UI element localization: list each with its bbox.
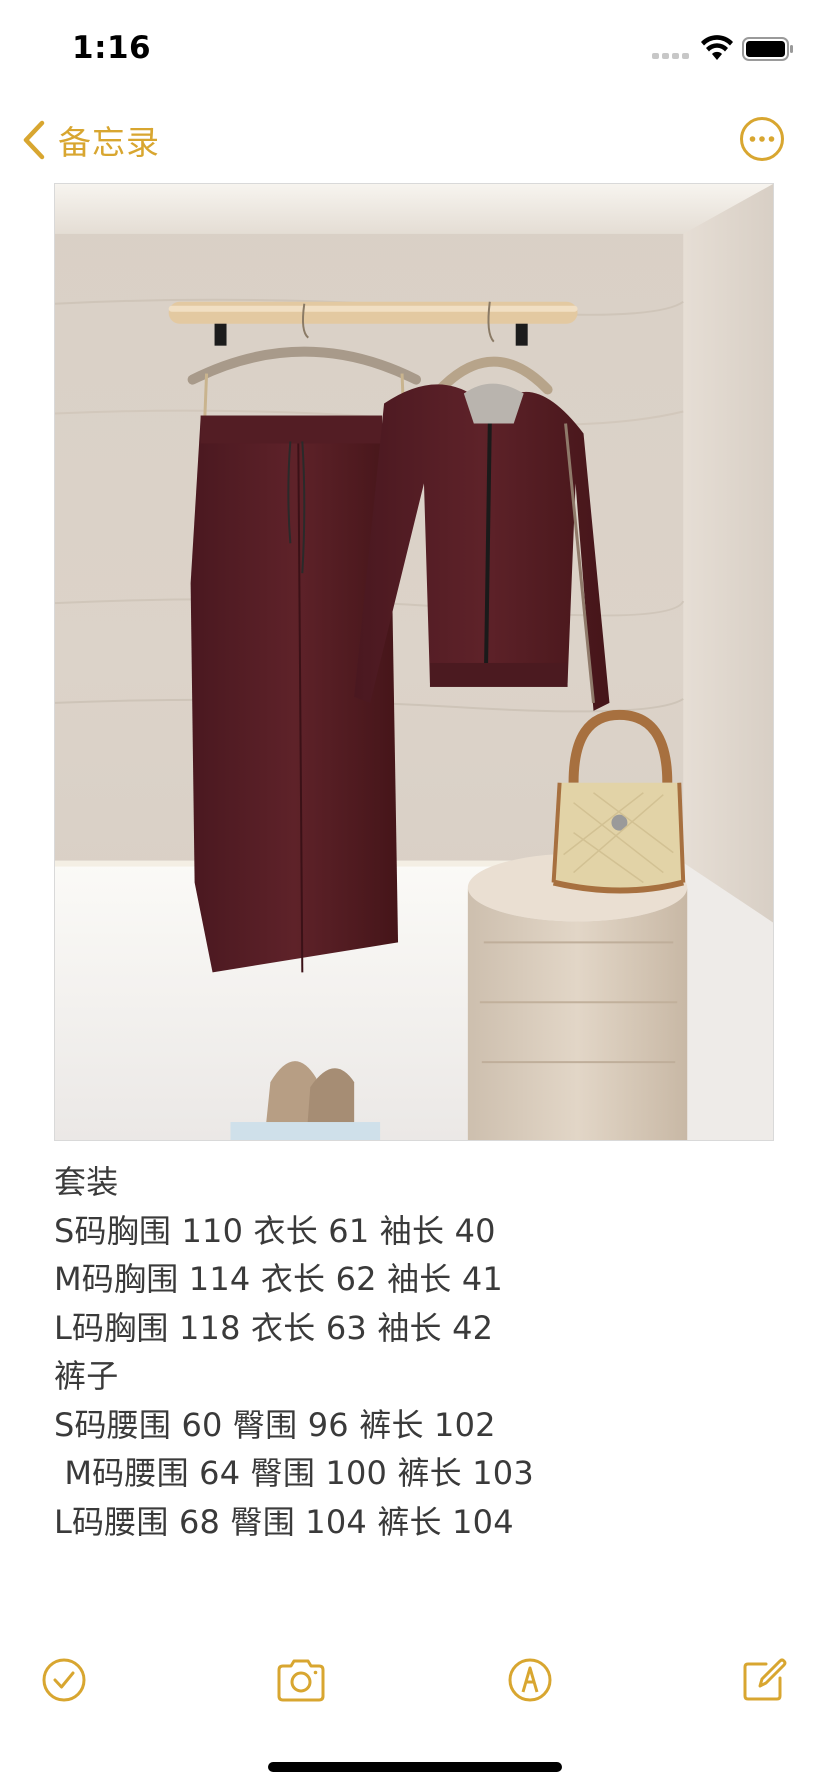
bottom-toolbar bbox=[0, 1640, 828, 1720]
compose-icon bbox=[743, 1658, 787, 1701]
note-line: M码腰围 64 臀围 100 裤长 103 bbox=[54, 1454, 534, 1492]
signal-icon bbox=[652, 53, 689, 59]
camera-icon bbox=[277, 1659, 325, 1702]
note-line: L码腰围 68 臀围 104 裤长 104 bbox=[54, 1502, 514, 1541]
battery-icon bbox=[742, 37, 793, 61]
chevron-left-icon bbox=[23, 120, 45, 160]
nav-bar: 备忘录 bbox=[0, 100, 828, 182]
camera-button[interactable] bbox=[274, 1656, 328, 1704]
note-line: S码胸围 110 衣长 61 袖长 40 bbox=[54, 1211, 496, 1250]
status-time: 1:16 bbox=[72, 30, 152, 66]
note-photo[interactable] bbox=[54, 183, 774, 1141]
back-button[interactable]: 备忘录 bbox=[22, 116, 160, 164]
markup-icon bbox=[508, 1658, 552, 1702]
status-bar: 1:16 bbox=[0, 0, 828, 100]
ellipsis-circle-icon bbox=[740, 117, 784, 161]
markup-button[interactable] bbox=[506, 1656, 554, 1704]
note-line: 套装 bbox=[54, 1163, 119, 1201]
checklist-icon bbox=[42, 1658, 86, 1702]
note-line: S码腰围 60 臀围 96 裤长 102 bbox=[54, 1405, 496, 1444]
note-line: L码胸围 118 衣长 63 袖长 42 bbox=[54, 1308, 494, 1347]
wifi-icon bbox=[701, 35, 733, 60]
more-button[interactable] bbox=[739, 116, 785, 162]
note-line: 裤子 bbox=[54, 1357, 119, 1395]
clothing-photo-image bbox=[55, 184, 773, 1140]
checklist-button[interactable] bbox=[40, 1656, 88, 1704]
compose-button[interactable] bbox=[740, 1656, 788, 1704]
note-line: M码胸围 114 衣长 62 袖长 41 bbox=[54, 1260, 503, 1298]
note-body[interactable]: 套装 S码胸围 110 衣长 61 袖长 40 M码胸围 114 衣长 62 袖… bbox=[54, 1158, 774, 1546]
home-indicator bbox=[268, 1762, 562, 1772]
back-label: 备忘录 bbox=[58, 123, 160, 162]
